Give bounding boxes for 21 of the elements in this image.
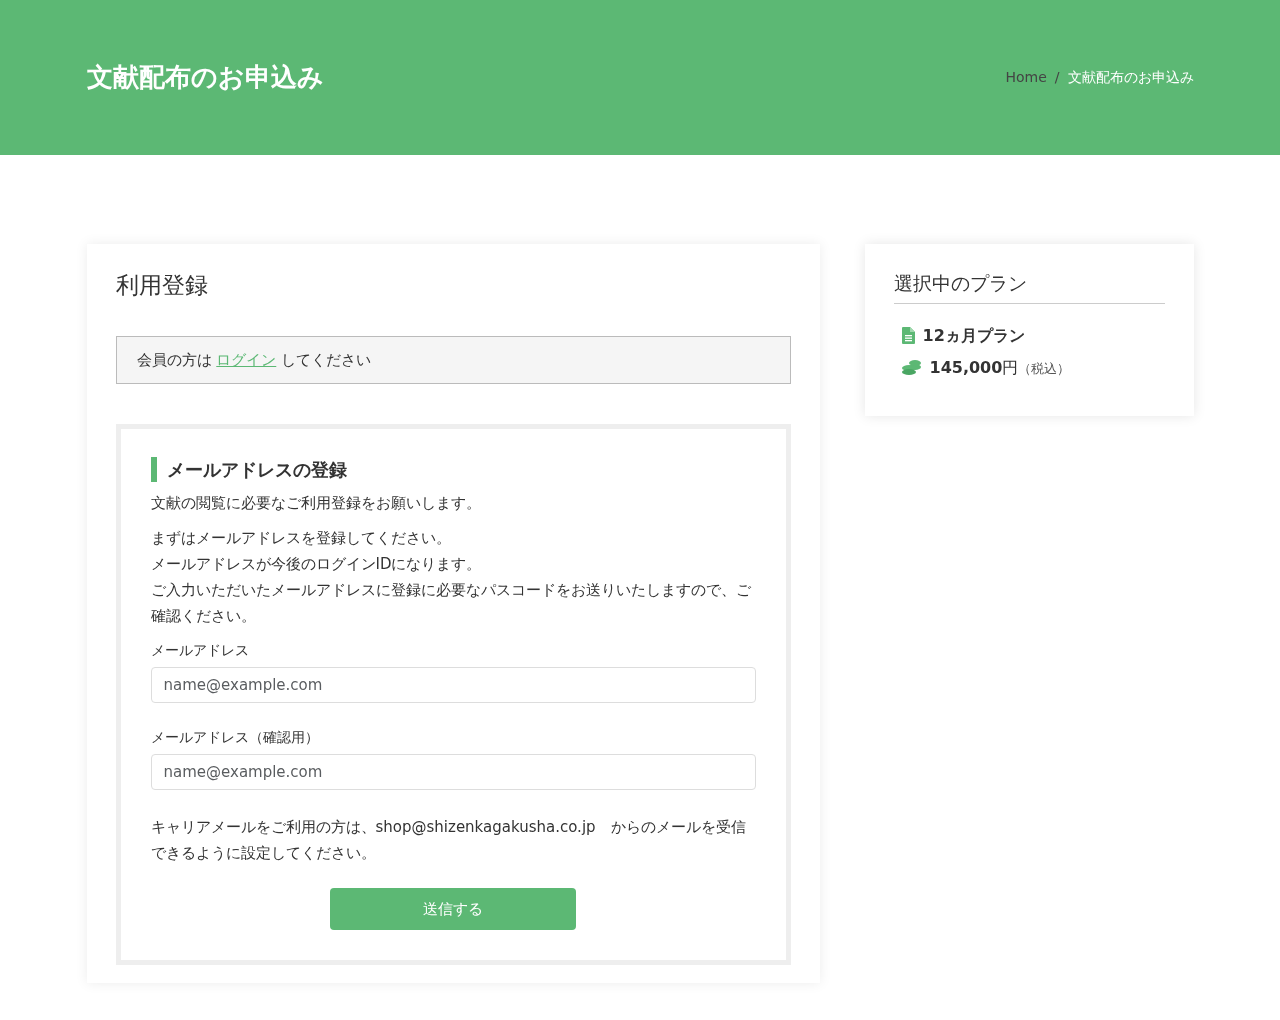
plan-name: 12ヵ月プラン <box>922 324 1025 347</box>
page-title: 文献配布のお申込み <box>86 61 324 94</box>
field-label: メールアドレス <box>150 640 250 660</box>
instruction-text: まずはメールアドレスを登録してください。 メールアドレスが今後のログインIDになります。 ご入力いただいたメールアドレスに登録に必要なパスコードをお送りいたしますので、ご確認ください。 <box>150 527 752 628</box>
coins-icon <box>901 359 922 377</box>
section-heading: メールアドレスの登録 <box>150 457 756 483</box>
login-link[interactable]: ログイン <box>216 350 277 369</box>
plan-price: 145,000円（税込） <box>929 356 1071 379</box>
field-label: メールアドレス（確認用） <box>150 727 320 747</box>
breadcrumb-link[interactable]: Home <box>1005 67 1047 88</box>
submit-button[interactable]: 送信する <box>330 888 576 931</box>
breadcrumb-current: 文献配布のお申込み <box>1067 68 1194 87</box>
intro-text: 文献の閲覧に必要なご利用登録をお願いします。 <box>150 493 482 515</box>
login-notice: 会員の方は ログイン してください <box>115 335 791 385</box>
document-icon <box>901 327 915 345</box>
plan-card-title: 選択中のプラン <box>893 272 1165 304</box>
breadcrumb-separator: / <box>1054 68 1060 87</box>
email-input-field[interactable]: name@example.com <box>150 753 756 790</box>
carrier-mail-note: キャリアメールをご利用の方は、shop@shizenkagakusha.co.jp からのメールを受信できるように設定してください。 <box>150 816 747 864</box>
card-title: 利用登録 <box>115 272 209 300</box>
email-input-field[interactable]: name@example.com <box>150 666 756 703</box>
